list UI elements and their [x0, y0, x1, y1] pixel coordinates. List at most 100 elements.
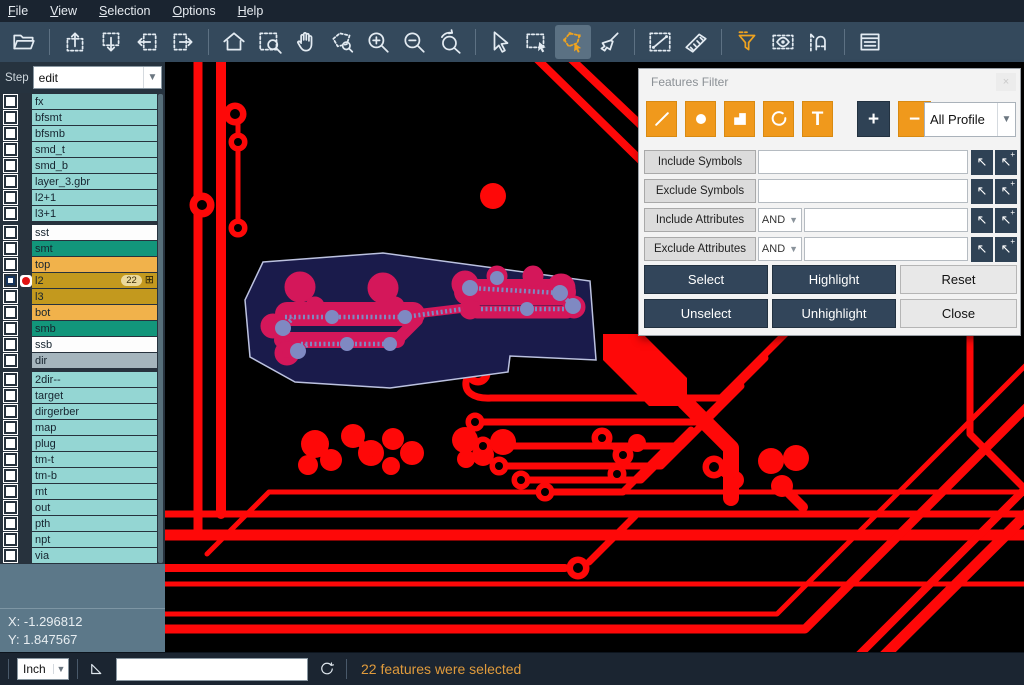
- layer-checkbox[interactable]: [4, 127, 17, 140]
- layer-name-bar[interactable]: map: [32, 420, 157, 435]
- layer-checkbox[interactable]: [4, 290, 17, 303]
- layer-scrollbar[interactable]: [158, 94, 163, 563]
- include-symbols-button[interactable]: Include Symbols: [644, 150, 756, 174]
- measure-line-icon[interactable]: [642, 25, 678, 59]
- layer-checkbox[interactable]: [4, 175, 17, 188]
- exit-right-icon[interactable]: [165, 25, 201, 59]
- select-button[interactable]: Select: [644, 265, 768, 294]
- layer-row-sst[interactable]: sst: [0, 225, 165, 240]
- layer-checkbox[interactable]: [4, 405, 17, 418]
- exclude-attributes-button[interactable]: Exclude Attributes: [644, 237, 756, 261]
- layer-checkbox[interactable]: [4, 354, 17, 367]
- unselect-button[interactable]: Unselect: [644, 299, 768, 328]
- select-polygon-icon[interactable]: [555, 25, 591, 59]
- zoom-area-icon[interactable]: [252, 25, 288, 59]
- layer-row-via[interactable]: via: [0, 548, 165, 563]
- filter-line-button[interactable]: [646, 101, 677, 137]
- layer-row-l2+1[interactable]: l2+1: [0, 190, 165, 205]
- layer-name-bar[interactable]: target: [32, 388, 157, 403]
- menu-item-options[interactable]: Options: [172, 4, 215, 18]
- pick-arrow-add-icon[interactable]: ↖+: [995, 237, 1017, 262]
- menu-item-file[interactable]: File: [8, 4, 28, 18]
- layer-checkbox[interactable]: [4, 549, 17, 562]
- layer-name-bar[interactable]: via: [32, 548, 157, 563]
- layer-list-panel-icon[interactable]: [852, 25, 888, 59]
- filter-pad-button[interactable]: [685, 101, 716, 137]
- layer-name-bar[interactable]: pth: [32, 516, 157, 531]
- pick-arrow-add-icon[interactable]: ↖+: [995, 150, 1017, 175]
- layer-name-bar[interactable]: smd_t: [32, 142, 157, 157]
- close-button[interactable]: Close: [900, 299, 1017, 328]
- home-view-icon[interactable]: [216, 25, 252, 59]
- zoom-reset-icon[interactable]: [432, 25, 468, 59]
- layer-row-ssb[interactable]: ssb: [0, 337, 165, 352]
- command-input[interactable]: [116, 658, 308, 681]
- layer-checkbox[interactable]: [4, 437, 17, 450]
- layer-row-npt[interactable]: npt: [0, 532, 165, 547]
- snap-mode-icon[interactable]: [801, 25, 837, 59]
- layer-row-2dir--[interactable]: 2dir--: [0, 372, 165, 387]
- layer-row-plug[interactable]: plug: [0, 436, 165, 451]
- layer-name-bar[interactable]: smd_b: [32, 158, 157, 173]
- layer-name-bar[interactable]: bfsmt: [32, 110, 157, 125]
- layer-checkbox[interactable]: [4, 533, 17, 546]
- layer-row-top[interactable]: top: [0, 257, 165, 272]
- import-bottom-icon[interactable]: [93, 25, 129, 59]
- layer-checkbox[interactable]: [4, 274, 17, 287]
- layer-checkbox[interactable]: [4, 242, 17, 255]
- exclude-attributes-op-select[interactable]: AND ▼: [758, 237, 802, 261]
- pick-arrow-icon[interactable]: ↖: [971, 179, 993, 204]
- profile-select[interactable]: All Profile ▼: [924, 102, 1016, 137]
- layer-row-tm-t[interactable]: tm-t: [0, 452, 165, 467]
- layer-row-target[interactable]: target: [0, 388, 165, 403]
- layer-row-smd_t[interactable]: smd_t: [0, 142, 165, 157]
- layer-checkbox[interactable]: [4, 501, 17, 514]
- layer-name-bar[interactable]: layer_3.gbr: [32, 174, 157, 189]
- layer-name-bar[interactable]: fx: [32, 94, 157, 109]
- layer-row-smb[interactable]: smb: [0, 321, 165, 336]
- layer-name-bar[interactable]: tm-b: [32, 468, 157, 483]
- layer-name-bar[interactable]: bfsmb: [32, 126, 157, 141]
- layer-name-bar[interactable]: dir: [32, 353, 157, 368]
- step-select[interactable]: edit ▼: [33, 66, 162, 89]
- layer-name-bar[interactable]: l3: [32, 289, 157, 304]
- layer-checkbox[interactable]: [4, 191, 17, 204]
- angle-measure-icon[interactable]: [86, 658, 108, 680]
- layer-name-bar[interactable]: bot: [32, 305, 157, 320]
- layer-checkbox[interactable]: [4, 95, 17, 108]
- layer-name-bar[interactable]: ssb: [32, 337, 157, 352]
- highlight-button[interactable]: Highlight: [772, 265, 896, 294]
- layer-row-smt[interactable]: smt: [0, 241, 165, 256]
- layer-name-bar[interactable]: plug: [32, 436, 157, 451]
- import-top-icon[interactable]: [57, 25, 93, 59]
- layer-row-dirgerber[interactable]: dirgerber: [0, 404, 165, 419]
- layer-row-pth[interactable]: pth: [0, 516, 165, 531]
- layer-name-bar[interactable]: smb: [32, 321, 157, 336]
- refresh-icon[interactable]: [316, 658, 338, 680]
- pan-hand-icon[interactable]: [288, 25, 324, 59]
- layer-checkbox[interactable]: [4, 322, 17, 335]
- layer-name-bar[interactable]: out: [32, 500, 157, 515]
- layer-row-l2[interactable]: l222⊞: [0, 273, 165, 288]
- menu-item-selection[interactable]: Selection: [99, 4, 150, 18]
- layer-name-bar[interactable]: tm-t: [32, 452, 157, 467]
- layer-checkbox[interactable]: [4, 143, 17, 156]
- layer-checkbox[interactable]: [4, 111, 17, 124]
- layer-name-bar[interactable]: l2+1: [32, 190, 157, 205]
- filter-arc-button[interactable]: [763, 101, 794, 137]
- layer-row-dir[interactable]: dir: [0, 353, 165, 368]
- layer-checkbox[interactable]: [4, 421, 17, 434]
- layer-checkbox[interactable]: [4, 453, 17, 466]
- menu-item-view[interactable]: View: [50, 4, 77, 18]
- filter-text-button[interactable]: T: [802, 101, 833, 137]
- include-attributes-input[interactable]: [804, 208, 968, 232]
- layer-row-bfsmt[interactable]: bfsmt: [0, 110, 165, 125]
- layer-name-bar[interactable]: l3+1: [32, 206, 157, 221]
- include-symbols-input[interactable]: [758, 150, 968, 174]
- layer-checkbox[interactable]: [4, 226, 17, 239]
- include-attributes-op-select[interactable]: AND ▼: [758, 208, 802, 232]
- exclude-symbols-input[interactable]: [758, 179, 968, 203]
- layer-name-bar[interactable]: sst: [32, 225, 157, 240]
- unhighlight-button[interactable]: Unhighlight: [772, 299, 896, 328]
- layer-checkbox[interactable]: [4, 306, 17, 319]
